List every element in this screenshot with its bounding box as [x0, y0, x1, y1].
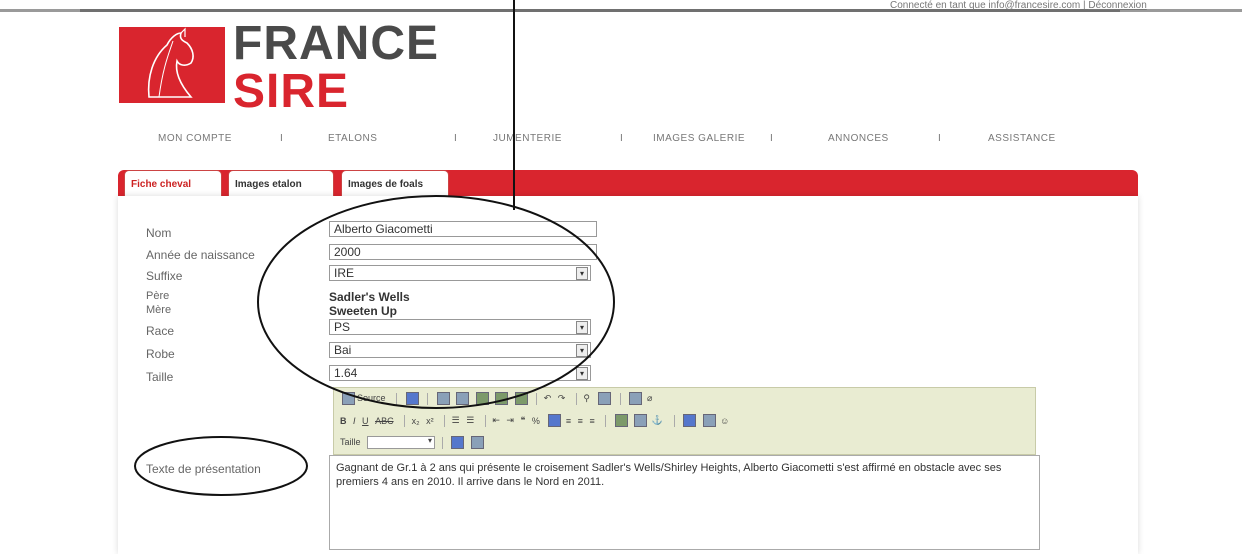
annotation-ellipse-fields	[257, 195, 615, 409]
annotation-overlay	[134, 195, 615, 496]
annotation-ellipse-label	[134, 436, 308, 496]
